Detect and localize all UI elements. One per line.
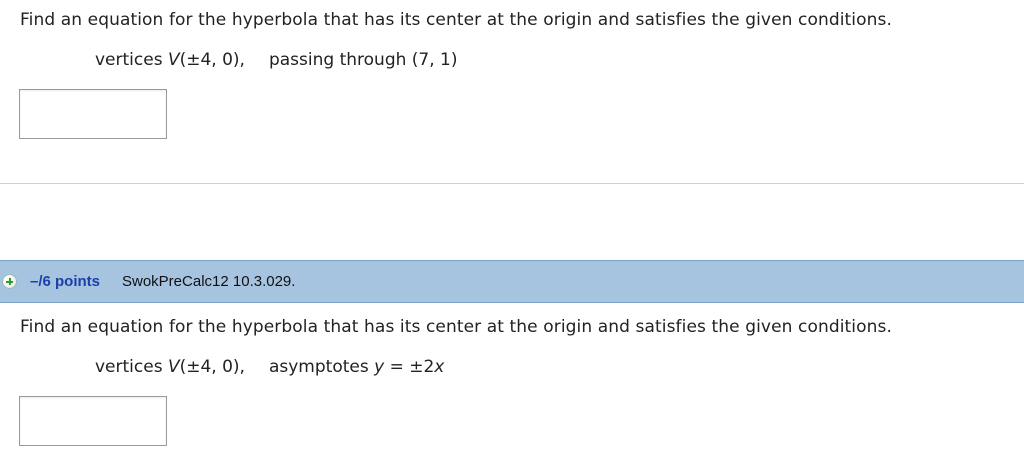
asymptotes-x: x — [434, 357, 445, 377]
vertices-label: vertices — [95, 357, 168, 377]
vertices-value: (±4, 0), — [179, 50, 245, 70]
question-divider — [0, 183, 1024, 184]
answer-input-2[interactable] — [19, 396, 167, 446]
vertices-label: vertices — [95, 50, 168, 70]
vertices-var: V — [167, 50, 180, 70]
question-2-header: –/6 points SwokPreCalc12 10.3.029. — [0, 260, 1024, 303]
question-id: SwokPreCalc12 10.3.029. — [122, 273, 296, 290]
asymptotes-label: asymptotes — [268, 357, 375, 377]
vertices-var: V — [167, 357, 180, 377]
asymptotes-eq: = ±2 — [384, 357, 435, 377]
plus-expand-icon[interactable] — [2, 274, 17, 289]
vertices-value: (±4, 0), — [179, 357, 245, 377]
question-1-conditions: vertices V(±4, 0), passing through (7, 1) — [95, 50, 458, 70]
question-2-conditions: vertices V(±4, 0), asymptotes y = ±2x — [95, 357, 444, 377]
answer-input-1[interactable] — [19, 89, 167, 139]
question-2-prompt: Find an equation for the hyperbola that … — [20, 317, 892, 337]
question-1-prompt: Find an equation for the hyperbola that … — [20, 10, 892, 30]
points-label: –/6 points — [30, 273, 101, 290]
asymptotes-var: y — [374, 357, 385, 377]
passing-through-condition: passing through (7, 1) — [268, 50, 458, 70]
